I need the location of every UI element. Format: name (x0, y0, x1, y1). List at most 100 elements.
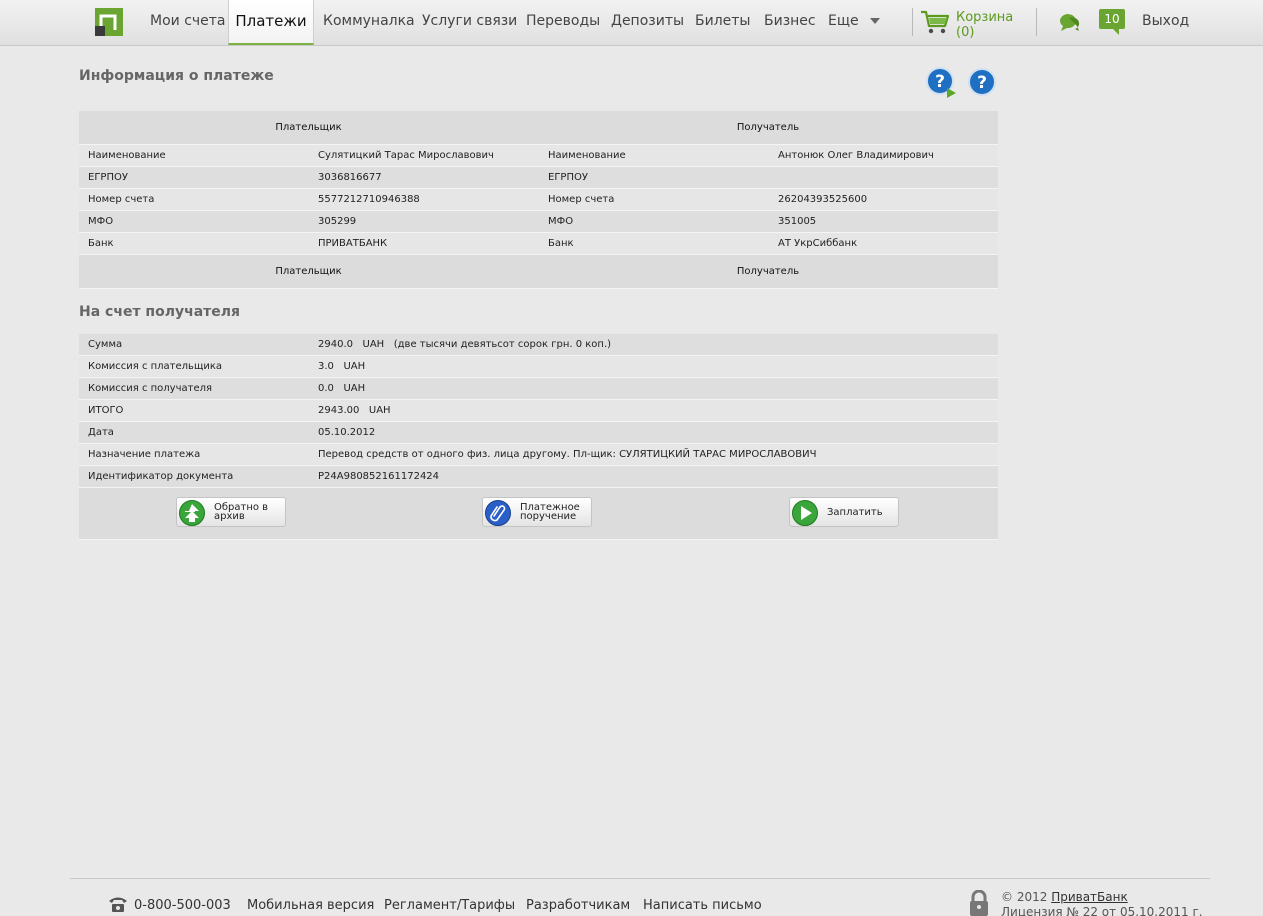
recipient-value: 26204393525600 (778, 194, 868, 205)
help-video-icon[interactable]: ? (925, 66, 957, 98)
table-row: Назначение платежа Перевод средств от од… (79, 444, 998, 466)
back-to-archive-label: Обратно в архив (214, 503, 268, 522)
lock-icon (970, 890, 988, 916)
back-label-line2: архив (214, 511, 245, 522)
payer-value: 305299 (318, 216, 357, 227)
copyright-text: © 2012 (1001, 890, 1048, 904)
payment-info-title: Информация о платеже (79, 68, 274, 84)
table-header-row: Плательщик Получатель (79, 111, 998, 145)
footer-mobile-version[interactable]: Мобильная версия (247, 898, 374, 913)
row-label: Номер счета (88, 194, 155, 205)
payer-fee-value: 3.0 UAH (318, 361, 366, 372)
back-to-archive-button[interactable]: Обратно в архив (176, 497, 286, 527)
nav-telecom[interactable]: Услуги связи (422, 0, 517, 45)
table-row: Дата 05.10.2012 (79, 422, 998, 444)
license-text: Лицензия № 22 от 05.10.2011 г. (1001, 905, 1203, 916)
recipient-value: АТ УкрСиббанк (778, 238, 858, 249)
nav-payments[interactable]: Платежи (228, 0, 314, 45)
order-label-line2: поручение (520, 511, 577, 522)
phone-icon (109, 897, 127, 912)
play-icon (792, 500, 818, 526)
payer-value: 5577212710946388 (318, 194, 420, 205)
payer-value: ПРИВАТБАНК (318, 238, 388, 249)
messages-count: 10 (1099, 9, 1125, 29)
row-label: МФО (88, 216, 114, 227)
nav-transfers[interactable]: Переводы (526, 0, 600, 45)
document-id-value: P24A980852161172424 (318, 471, 440, 482)
amount-value: 2940.0 UAH (две тысячи девятьсот сорок г… (318, 339, 612, 350)
archive-up-icon (179, 500, 205, 526)
purpose-value: Перевод средств от одного физ. лица друг… (318, 449, 817, 460)
paperclip-icon (485, 500, 511, 526)
table-row: Комиссия с получателя 0.0 UAH (79, 378, 998, 400)
cart-label: Корзина (0) (956, 10, 1014, 40)
recipient-header: Получатель (736, 122, 800, 133)
row-label: МФО (548, 216, 574, 227)
actions-bar: Обратно в архив Платежное поручение Запл… (79, 488, 998, 540)
table-row: ЕГРПОУ 3036816677 ЕГРПОУ (79, 167, 998, 189)
row-label: Банк (88, 238, 114, 249)
messages-badge[interactable]: 10 (1099, 9, 1125, 35)
top-navigation: Мои счета Платежи Коммуналка Услуги связ… (0, 0, 1263, 46)
recipient-fee-value: 0.0 UAH (318, 383, 366, 394)
recipient-header: Получатель (736, 266, 800, 277)
row-label: Идентификатор документа (88, 471, 234, 482)
table-row: Банк ПРИВАТБАНК Банк АТ УкрСиббанк (79, 233, 998, 255)
nav-divider (1036, 8, 1037, 36)
payment-order-button[interactable]: Платежное поручение (482, 497, 592, 527)
row-label: Сумма (88, 339, 123, 350)
table-row: Наименование Сулятицкий Тарас Мирославов… (79, 145, 998, 167)
privatbank-logo-icon[interactable] (95, 8, 123, 36)
nav-divider (912, 8, 913, 36)
payer-header: Плательщик (275, 266, 342, 277)
row-label: Назначение платежа (88, 449, 201, 460)
nav-more[interactable]: Еще (828, 0, 859, 45)
badge-tail (1113, 29, 1119, 35)
nav-tickets[interactable]: Билеты (695, 0, 750, 45)
recipient-account-table: Сумма 2940.0 UAH (две тысячи девятьсот с… (79, 334, 998, 488)
footer-rules-tariffs[interactable]: Регламент/Тарифы (384, 898, 515, 913)
footer-phone[interactable]: 0-800-500-003 (134, 898, 231, 913)
row-label: Наименование (88, 150, 166, 161)
table-row: Комиссия с плательщика 3.0 UAH (79, 356, 998, 378)
row-label: ЕГРПОУ (548, 172, 588, 183)
table-row: ИТОГО 2943.00 UAH (79, 400, 998, 422)
row-label: ЕГРПОУ (88, 172, 128, 183)
svg-text:?: ? (977, 73, 987, 93)
pay-button[interactable]: Заплатить (789, 497, 899, 527)
row-label: Номер счета (548, 194, 615, 205)
table-row: Идентификатор документа P24A980852161172… (79, 466, 998, 488)
row-label: Комиссия с плательщика (88, 361, 223, 372)
nav-utilities[interactable]: Коммуналка (323, 0, 415, 45)
nav-my-accounts[interactable]: Мои счета (150, 0, 226, 45)
table-footer-row: Плательщик Получатель (79, 255, 998, 289)
svg-text:?: ? (935, 72, 945, 92)
company-link[interactable]: ПриватБанк (1051, 890, 1128, 904)
payer-value: Сулятицкий Тарас Мирославович (318, 150, 494, 161)
recipient-value: 351005 (778, 216, 817, 227)
chevron-down-icon[interactable] (870, 18, 880, 24)
table-row: МФО 305299 МФО 351005 (79, 211, 998, 233)
logout-link[interactable]: Выход (1142, 0, 1189, 42)
nav-deposits[interactable]: Депозиты (611, 0, 684, 45)
payment-info-table: Плательщик Получатель Наименование Сулят… (79, 111, 998, 289)
payer-value: 3036816677 (318, 172, 382, 183)
recipient-account-title: На счет получателя (79, 304, 241, 320)
date-value: 05.10.2012 (318, 427, 376, 438)
footer-developers[interactable]: Разработчикам (526, 898, 630, 913)
row-label: Наименование (548, 150, 626, 161)
footer-write-letter[interactable]: Написать письмо (643, 898, 762, 913)
chat-icon[interactable] (1057, 9, 1081, 33)
pay-label: Заплатить (827, 507, 883, 518)
recipient-value: Антонюк Олег Владимирович (778, 150, 934, 161)
shopping-cart-icon (921, 10, 950, 34)
payment-order-label: Платежное поручение (520, 503, 580, 522)
nav-business[interactable]: Бизнес (764, 0, 816, 45)
total-value: 2943.00 UAH (318, 405, 391, 416)
row-label: Дата (88, 427, 114, 438)
cart-link[interactable]: Корзина (0) (920, 8, 1030, 40)
row-label: ИТОГО (88, 405, 124, 416)
footer-divider (70, 878, 1210, 879)
help-icon[interactable]: ? (966, 66, 998, 98)
copyright: © 2012 ПриватБанк (1001, 890, 1128, 904)
